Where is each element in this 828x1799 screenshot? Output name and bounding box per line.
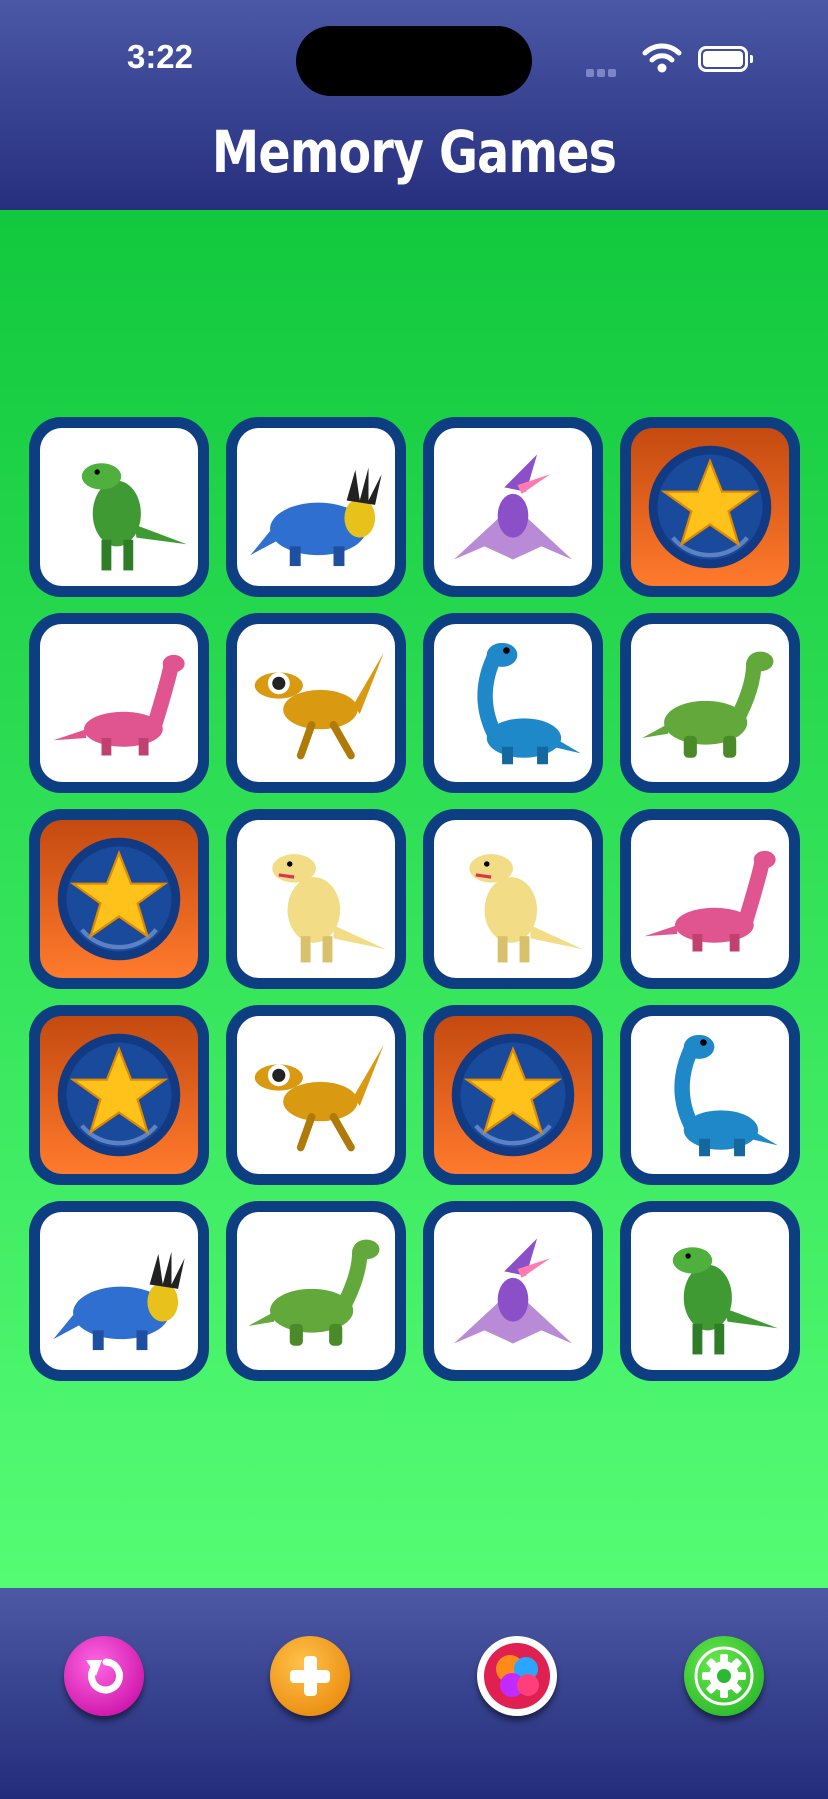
green-sauropod-icon	[248, 1239, 380, 1346]
pink-brontosaurus-icon	[53, 654, 185, 756]
card-face	[434, 428, 592, 586]
card-face	[237, 820, 395, 978]
add-button[interactable]	[270, 1636, 350, 1716]
settings-button[interactable]	[684, 1636, 764, 1716]
card-grid	[29, 417, 800, 1381]
green-trex-icon	[672, 1247, 778, 1355]
card-face	[631, 624, 789, 782]
memory-card[interactable]	[29, 1005, 209, 1185]
card-back	[40, 820, 198, 978]
star-card-back-icon	[648, 445, 772, 569]
status-time: 3:22	[126, 38, 194, 75]
memory-card[interactable]	[29, 417, 209, 597]
memory-card[interactable]	[620, 417, 800, 597]
memory-card[interactable]	[226, 809, 406, 989]
blue-brachiosaurus-icon	[477, 642, 581, 765]
memory-card[interactable]	[29, 613, 209, 793]
yellow-allosaurus-icon	[272, 854, 386, 963]
plus-icon	[290, 1656, 330, 1696]
green-trex-icon	[81, 463, 187, 571]
colors-button[interactable]	[477, 1636, 557, 1716]
memory-card[interactable]	[620, 1201, 800, 1381]
memory-card[interactable]	[226, 613, 406, 793]
bottom-toolbar	[0, 1588, 828, 1799]
card-face	[434, 1212, 592, 1370]
card-face	[40, 1212, 198, 1370]
yellow-raptor-icon	[254, 652, 384, 760]
green-sauropod-icon	[642, 651, 774, 758]
blue-styracosaurus-icon	[53, 1251, 185, 1351]
star-card-back-icon	[451, 1033, 575, 1157]
card-face	[434, 820, 592, 978]
cellular-signal-icon	[586, 64, 630, 77]
purple-pterodactyl-icon	[453, 454, 573, 560]
memory-card[interactable]	[423, 613, 603, 793]
header-bar: 3:22 Memory Games	[0, 0, 828, 210]
card-face	[237, 624, 395, 782]
memory-card[interactable]	[423, 417, 603, 597]
refresh-icon	[86, 1658, 123, 1694]
blue-styracosaurus-icon	[250, 467, 382, 567]
memory-card[interactable]	[226, 1201, 406, 1381]
card-back	[434, 1016, 592, 1174]
memory-card[interactable]	[620, 613, 800, 793]
yellow-raptor-icon	[254, 1044, 384, 1152]
star-card-back-icon	[57, 1033, 181, 1157]
pink-brontosaurus-icon	[644, 850, 776, 952]
card-face	[40, 624, 198, 782]
card-face	[631, 1016, 789, 1174]
memory-card[interactable]	[226, 417, 406, 597]
card-face	[40, 428, 198, 586]
memory-card[interactable]	[423, 1005, 603, 1185]
memory-card[interactable]	[423, 809, 603, 989]
memory-card[interactable]	[423, 1201, 603, 1381]
memory-card[interactable]	[620, 1005, 800, 1185]
color-balls-icon	[484, 1643, 550, 1709]
dynamic-island	[296, 26, 532, 96]
card-face	[237, 1016, 395, 1174]
memory-card[interactable]	[620, 809, 800, 989]
game-board	[0, 210, 828, 1588]
memory-card[interactable]	[29, 1201, 209, 1381]
card-back	[631, 428, 789, 586]
star-card-back-icon	[57, 837, 181, 961]
purple-pterodactyl-icon	[453, 1238, 573, 1344]
reset-button[interactable]	[64, 1636, 144, 1716]
blue-brachiosaurus-icon	[674, 1034, 778, 1157]
memory-card[interactable]	[226, 1005, 406, 1185]
gear-icon	[694, 1646, 754, 1706]
wifi-icon	[642, 43, 682, 73]
card-face	[237, 1212, 395, 1370]
card-face	[434, 624, 592, 782]
card-face	[237, 428, 395, 586]
card-face	[631, 820, 789, 978]
memory-card[interactable]	[29, 809, 209, 989]
page-title: Memory Games	[211, 118, 617, 186]
card-back	[40, 1016, 198, 1174]
yellow-allosaurus-icon	[469, 854, 583, 963]
card-face	[631, 1212, 789, 1370]
battery-icon	[698, 46, 753, 72]
